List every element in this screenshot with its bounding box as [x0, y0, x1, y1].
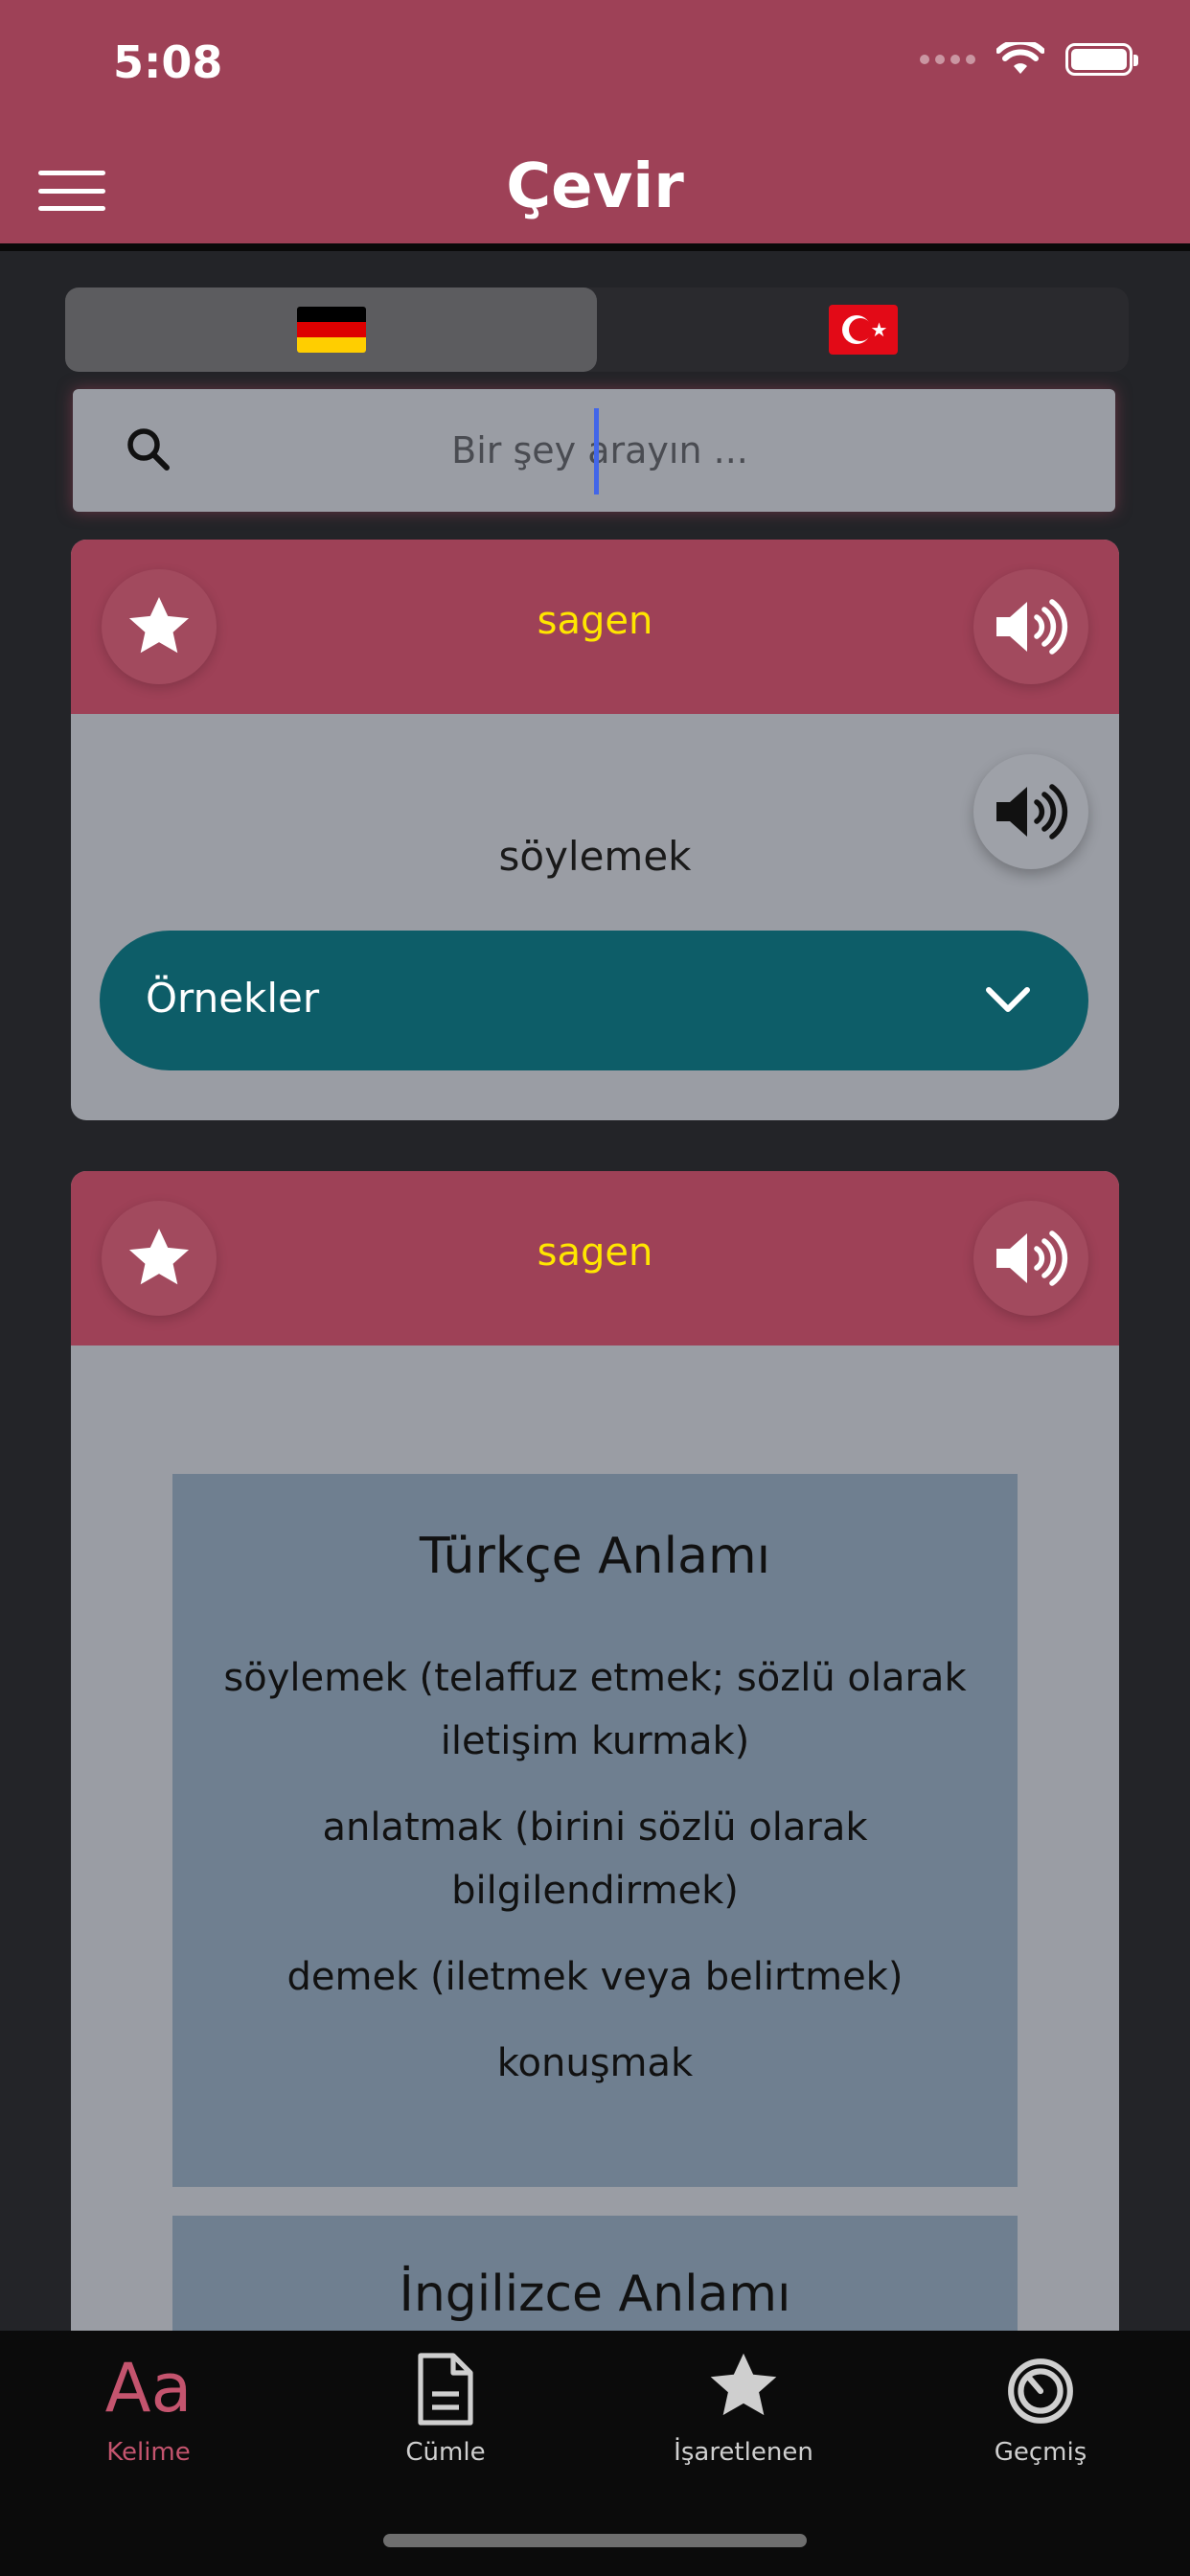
text-aa-icon: Aa	[104, 2349, 193, 2427]
meaning-item: söylemek (telaffuz etmek; sözlü olarak i…	[223, 1656, 967, 1763]
section-title: Türkçe Anlamı	[419, 1528, 771, 1585]
battery-icon	[1065, 43, 1138, 76]
status-time: 5:08	[113, 36, 223, 88]
speak-word-button[interactable]	[973, 1201, 1088, 1316]
status-icons	[920, 42, 1138, 77]
section-title: İngilizce Anlamı	[399, 2266, 791, 2323]
home-indicator[interactable]	[383, 2534, 807, 2547]
examples-dropdown[interactable]: Örnekler	[100, 931, 1088, 1070]
meaning-card: sagen Türkçe Anlamı söylemek (telaffuz e…	[71, 1171, 1119, 2457]
search-icon[interactable]	[123, 424, 176, 477]
speaker-icon	[996, 599, 1068, 655]
signal-icon	[920, 55, 975, 64]
tab-gecmis[interactable]: Geçmiş	[935, 2331, 1146, 2467]
source-language-german[interactable]	[65, 288, 597, 372]
meaning-item: konuşmak	[496, 2041, 694, 2085]
document-icon	[340, 2331, 551, 2426]
tab-label: Kelime	[106, 2438, 191, 2467]
turkish-meaning-section: Türkçe Anlamı söylemek (telaffuz etmek; …	[172, 1474, 1018, 2187]
page-title: Çevir	[506, 151, 684, 222]
search-input[interactable]	[197, 389, 1002, 512]
card-body: Türkçe Anlamı söylemek (telaffuz etmek; …	[71, 1346, 1119, 2457]
card-body: söylemek Örnekler	[71, 714, 1119, 1120]
speak-word-button[interactable]	[973, 569, 1088, 684]
app-header: 5:08 Çevir	[0, 0, 1190, 251]
target-language-turkish[interactable]: ★	[597, 288, 1129, 372]
examples-label: Örnekler	[146, 975, 320, 1022]
turkey-flag-icon: ★	[828, 305, 898, 355]
translation-card: sagen söylemek Örnekler	[71, 540, 1119, 1120]
card-header: sagen	[71, 540, 1119, 714]
text-caret	[594, 408, 599, 494]
tab-label: Cümle	[405, 2438, 486, 2467]
meaning-item: demek (iletmek veya belirtmek)	[286, 1955, 904, 1999]
meaning-item: anlatmak (birini sözlü olarak bilgilendi…	[322, 1806, 868, 1913]
source-word: sagen	[537, 599, 653, 643]
tab-label: Geçmiş	[994, 2438, 1087, 2467]
tab-label: İşaretlenen	[674, 2438, 813, 2467]
tab-kelime[interactable]: Aa Kelime	[43, 2331, 254, 2467]
source-word: sagen	[537, 1230, 653, 1275]
language-toggle: ★	[65, 288, 1129, 372]
card-header: sagen	[71, 1171, 1119, 1346]
history-icon	[935, 2331, 1146, 2426]
wifi-icon	[996, 42, 1044, 74]
translation-text: söylemek	[498, 833, 692, 880]
tab-cumle[interactable]: Cümle	[340, 2331, 551, 2467]
speak-translation-button[interactable]	[973, 754, 1088, 869]
tab-isaretlenen[interactable]: İşaretlenen	[638, 2331, 849, 2467]
germany-flag-icon	[296, 307, 366, 353]
speaker-icon	[996, 1230, 1068, 1286]
chevron-down-icon	[986, 987, 1030, 1012]
search-bar	[73, 389, 1115, 512]
star-icon	[638, 2331, 849, 2426]
speaker-icon	[996, 784, 1068, 840]
